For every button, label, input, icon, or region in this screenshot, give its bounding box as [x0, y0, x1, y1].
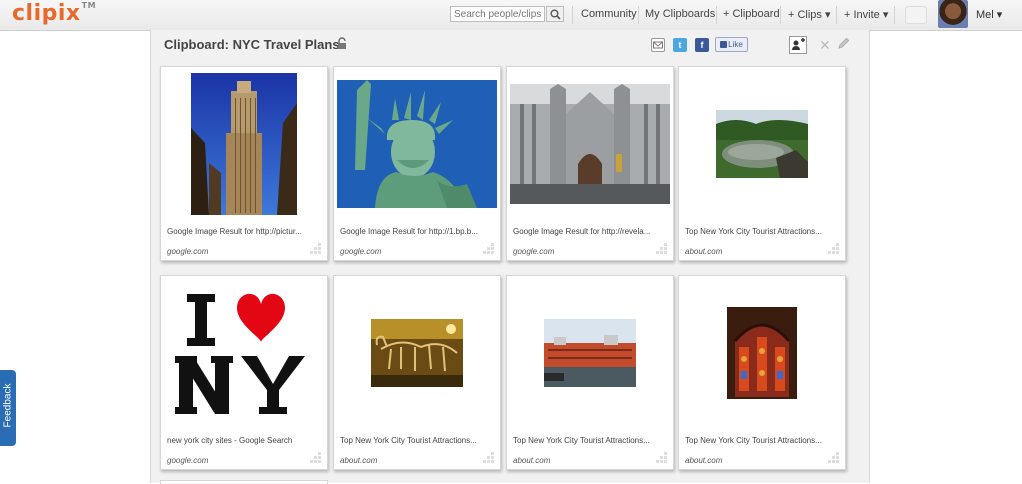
clip-source[interactable]: google.com	[340, 247, 381, 256]
clipboard-title: Clipboard: NYC Travel Plans	[164, 37, 340, 52]
clip-title[interactable]: new york city sites - Google Search	[167, 436, 317, 445]
clip-title[interactable]: Top New York City Tourist Attractions...	[340, 436, 490, 445]
nav-invite[interactable]: + Invite ▾	[844, 8, 888, 21]
nav-add-clips[interactable]: + Clips ▾	[788, 8, 831, 21]
clip-image[interactable]	[716, 110, 808, 178]
facebook-share-icon[interactable]: f	[695, 38, 709, 52]
drag-grip-icon[interactable]	[310, 452, 322, 464]
clip-title[interactable]: Google Image Result for http://1.bp.b...	[340, 227, 490, 236]
facebook-like-button[interactable]: Like	[715, 37, 748, 52]
delete-icon[interactable]: ✕	[819, 38, 831, 52]
next-row-card[interactable]	[160, 480, 328, 484]
drag-grip-icon[interactable]	[310, 243, 322, 255]
nav-divider	[780, 6, 781, 24]
clip-image[interactable]	[544, 319, 636, 387]
search-input[interactable]	[450, 6, 545, 22]
add-user-icon	[792, 38, 805, 50]
drag-grip-icon[interactable]	[483, 452, 495, 464]
drag-grip-icon[interactable]	[483, 243, 495, 255]
clip-card[interactable]: Google Image Result for http://pictur...…	[160, 66, 328, 261]
nav-add-clipboard[interactable]: + Clipboard	[723, 8, 780, 20]
clip-image[interactable]	[191, 73, 297, 215]
like-thumb-icon	[720, 41, 728, 48]
lock-icon[interactable]	[337, 37, 348, 50]
feedback-label: Feedback	[2, 383, 14, 428]
clip-title[interactable]: Google Image Result for http://revela...	[513, 227, 663, 236]
edit-pencil-icon[interactable]	[837, 37, 850, 50]
clipix-logo[interactable]: clipixTM	[12, 1, 96, 26]
clip-card[interactable]: Top New York City Tourist Attractions...…	[506, 275, 674, 470]
search-icon	[550, 9, 561, 20]
clip-title[interactable]: Top New York City Tourist Attractions...	[685, 436, 835, 445]
clip-card[interactable]: Top New York City Tourist Attractions...…	[678, 66, 846, 261]
drag-grip-icon[interactable]	[656, 452, 668, 464]
drag-grip-icon[interactable]	[828, 452, 840, 464]
clip-title[interactable]: Top New York City Tourist Attractions...	[513, 436, 663, 445]
clip-card[interactable]: Google Image Result for http://revela...…	[506, 66, 674, 261]
clip-source[interactable]: about.com	[340, 456, 377, 465]
notifications-toggle[interactable]	[905, 6, 927, 24]
clip-image[interactable]	[510, 84, 670, 204]
clip-image[interactable]	[371, 319, 463, 387]
top-bar: clipixTM Community My Clipboards + Clipb…	[0, 0, 1022, 31]
nav-divider	[894, 6, 895, 24]
clip-image[interactable]	[337, 80, 497, 208]
clip-source[interactable]: google.com	[167, 247, 208, 256]
user-menu[interactable]: Mel ▾	[976, 8, 1002, 21]
clip-title[interactable]: Top New York City Tourist Attractions...	[685, 227, 835, 236]
add-collaborator-button[interactable]	[789, 36, 807, 54]
nav-community[interactable]: Community	[581, 8, 637, 20]
clip-image[interactable]	[727, 307, 797, 399]
twitter-share-icon[interactable]: t	[673, 38, 687, 52]
nav-divider	[716, 6, 717, 24]
nav-divider	[836, 6, 837, 24]
user-avatar[interactable]	[938, 0, 968, 28]
clip-source[interactable]: about.com	[685, 456, 722, 465]
clip-source[interactable]: about.com	[513, 456, 550, 465]
clip-source[interactable]: about.com	[685, 247, 722, 256]
clip-card[interactable]: Top New York City Tourist Attractions...…	[678, 275, 846, 470]
nav-divider	[638, 6, 639, 24]
nav-my-clipboards[interactable]: My Clipboards	[645, 8, 715, 20]
search-button[interactable]	[546, 6, 564, 22]
clip-card[interactable]: Top New York City Tourist Attractions...…	[333, 275, 501, 470]
clip-card[interactable]: Google Image Result for http://1.bp.b...…	[333, 66, 501, 261]
like-label: Like	[728, 40, 743, 49]
email-share-icon[interactable]	[651, 38, 665, 52]
drag-grip-icon[interactable]	[828, 243, 840, 255]
clip-source[interactable]: google.com	[513, 247, 554, 256]
nav-divider	[572, 6, 573, 24]
drag-grip-icon[interactable]	[656, 243, 668, 255]
clip-title[interactable]: Google Image Result for http://pictur...	[167, 227, 317, 236]
clip-image[interactable]	[175, 290, 311, 418]
feedback-tab[interactable]: Feedback	[0, 370, 16, 446]
clip-card[interactable]: new york city sites - Google Search goog…	[160, 275, 328, 470]
clip-source[interactable]: google.com	[167, 456, 208, 465]
